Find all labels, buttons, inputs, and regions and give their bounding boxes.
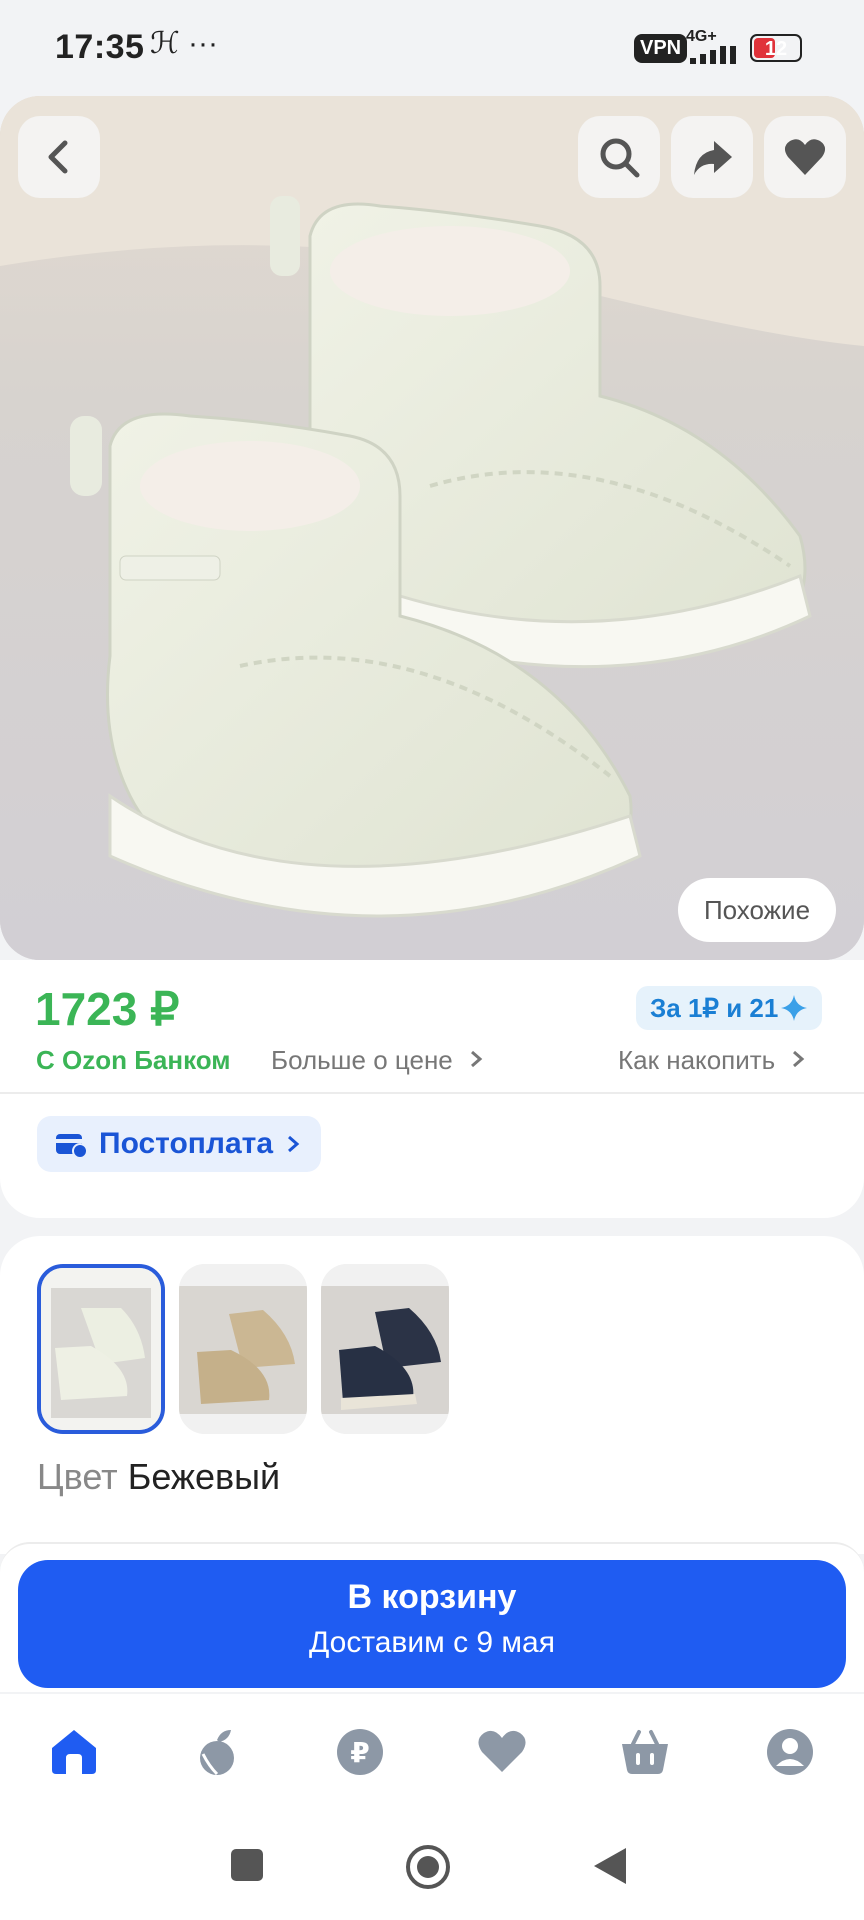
color-label: Цвет Бежевый bbox=[37, 1456, 280, 1498]
chevron-right-icon bbox=[471, 1050, 483, 1068]
tab-fresh[interactable] bbox=[187, 1722, 247, 1782]
tab-ozon-bank[interactable]: ₽ bbox=[330, 1722, 390, 1782]
delivery-date-label: Доставим с 9 мая bbox=[309, 1626, 555, 1659]
product-image[interactable] bbox=[0, 96, 864, 960]
boot-thumbnail-beige bbox=[41, 1268, 161, 1430]
divider bbox=[0, 1092, 864, 1094]
favorites-icon bbox=[478, 1730, 526, 1772]
cart-icon bbox=[622, 1730, 668, 1774]
sparkle-icon bbox=[781, 995, 808, 1021]
chevron-left-icon bbox=[48, 140, 68, 174]
signal-icon bbox=[690, 46, 736, 64]
wallet-icon bbox=[56, 1134, 87, 1158]
postpay-label: Постоплата bbox=[99, 1127, 274, 1160]
color-variant-navy[interactable] bbox=[321, 1264, 449, 1434]
tab-cart[interactable] bbox=[615, 1722, 675, 1782]
heart-icon bbox=[784, 139, 826, 175]
more-about-price-link[interactable]: Больше о цене bbox=[271, 1045, 484, 1076]
color-variant-beige[interactable] bbox=[37, 1264, 165, 1434]
boots-illustration bbox=[0, 96, 864, 960]
ruble-icon: ₽ bbox=[337, 1729, 383, 1775]
favorite-button[interactable] bbox=[764, 116, 846, 198]
price: 1723 ₽ bbox=[35, 983, 180, 1035]
back-button[interactable] bbox=[18, 116, 100, 198]
color-value: Бежевый bbox=[127, 1456, 281, 1497]
share-button[interactable] bbox=[671, 116, 753, 198]
how-to-save-link[interactable]: Как накопить bbox=[618, 1045, 806, 1076]
chevron-right-icon bbox=[288, 1135, 300, 1153]
tab-home[interactable] bbox=[44, 1722, 104, 1782]
bonus-badge[interactable]: За 1₽ и 21 bbox=[636, 986, 823, 1030]
recents-icon[interactable] bbox=[230, 1848, 264, 1882]
status-time: 17:35 bbox=[55, 28, 145, 66]
more-about-price-label: Больше о цене bbox=[271, 1045, 453, 1075]
add-to-cart-button[interactable]: В корзину Доставим с 9 мая bbox=[18, 1560, 846, 1688]
bonus-label: За 1₽ и 21 bbox=[650, 992, 779, 1023]
fresh-icon bbox=[200, 1730, 234, 1776]
ozon-bank-label: С Ozon Банком bbox=[36, 1045, 231, 1075]
postpay-button[interactable]: Постоплата bbox=[37, 1116, 322, 1172]
system-nav-bar bbox=[0, 1816, 864, 1920]
color-label-title: Цвет bbox=[37, 1456, 118, 1497]
svg-text:₽: ₽ bbox=[350, 1736, 369, 1769]
network-type: 4G+ bbox=[686, 28, 717, 45]
add-to-cart-label: В корзину bbox=[347, 1578, 517, 1616]
color-variant-tan[interactable] bbox=[179, 1264, 307, 1434]
search-button[interactable] bbox=[578, 116, 660, 198]
vpn-badge: VPN bbox=[634, 34, 688, 63]
tab-favorites[interactable] bbox=[472, 1722, 532, 1782]
status-bar: 17:35 ℋ ··· VPN 4G+ 12 bbox=[0, 0, 864, 96]
share-icon bbox=[694, 141, 732, 175]
similar-button[interactable]: Похожие bbox=[678, 878, 836, 942]
chevron-right-icon bbox=[793, 1050, 805, 1068]
battery-icon: 12 bbox=[750, 34, 802, 62]
tab-bar bbox=[0, 1694, 864, 1816]
search-icon bbox=[600, 138, 640, 178]
home-icon bbox=[52, 1730, 96, 1774]
how-to-save-label: Как накопить bbox=[618, 1045, 776, 1075]
profile-icon bbox=[767, 1729, 813, 1775]
home-nav-icon[interactable] bbox=[405, 1844, 451, 1890]
status-notification-icons: ℋ ··· bbox=[150, 27, 218, 60]
tab-profile[interactable] bbox=[760, 1722, 820, 1782]
boot-thumbnail-navy bbox=[321, 1264, 449, 1434]
boot-thumbnail-tan bbox=[179, 1264, 307, 1434]
battery-percent: 12 bbox=[764, 38, 788, 60]
back-nav-icon[interactable] bbox=[592, 1846, 628, 1886]
